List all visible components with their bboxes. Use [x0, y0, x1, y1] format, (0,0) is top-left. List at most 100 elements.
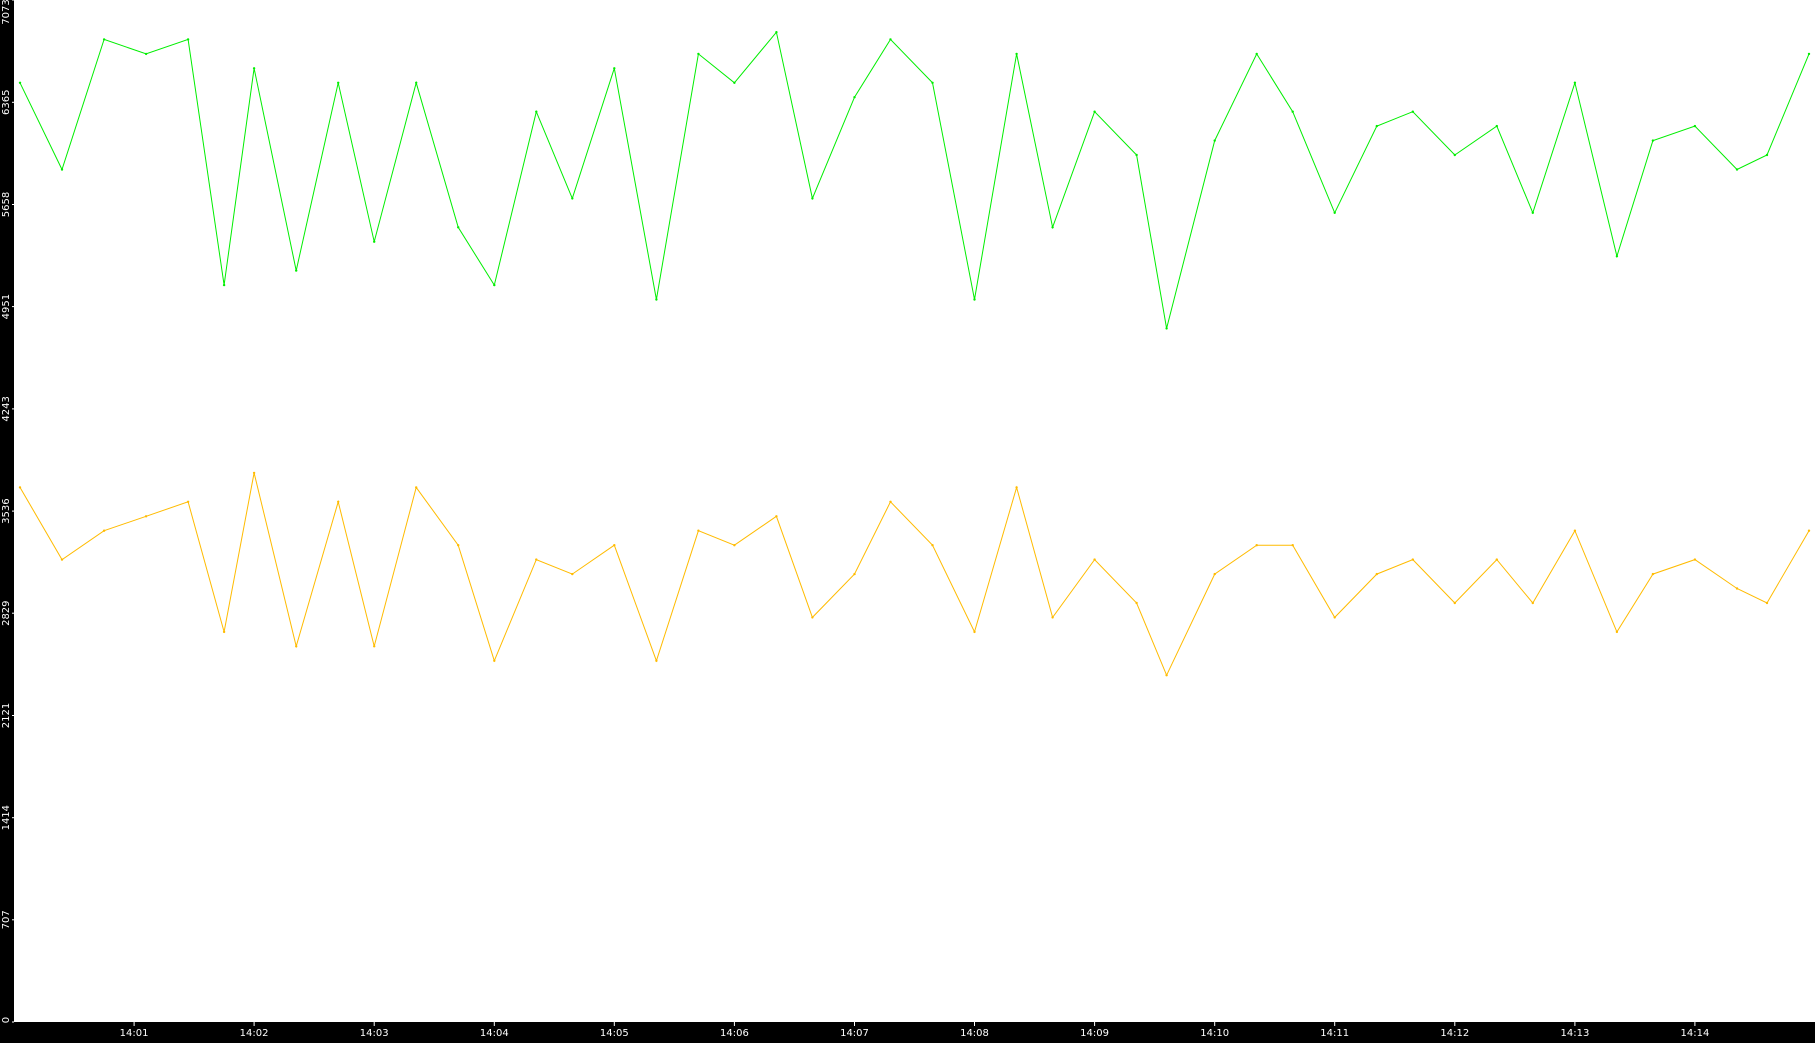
green-series-point [733, 81, 736, 85]
orange-series-point [1807, 529, 1811, 532]
green-series-point [1411, 110, 1415, 113]
orange-series-point [775, 515, 778, 518]
green-series-point [1165, 327, 1168, 330]
orange-series-point [811, 616, 814, 619]
green-series-point [1255, 52, 1258, 56]
green-series-point [493, 283, 496, 287]
green-series-point [697, 52, 700, 56]
orange-series-point [1255, 544, 1258, 547]
green-series-point [811, 197, 814, 200]
orange-series-point [493, 659, 496, 662]
orange-series-point [295, 645, 298, 648]
x-tick-label: 14:09 [1080, 1028, 1109, 1039]
orange-series-point [415, 486, 418, 489]
orange-series-point [18, 486, 22, 489]
orange-series-point [1165, 674, 1168, 677]
green-series-point [1453, 153, 1457, 157]
x-tick-label: 14:04 [480, 1028, 509, 1039]
orange-series-point [337, 500, 340, 503]
green-series-point [1807, 52, 1811, 56]
y-tick-label: 4951 [1, 294, 12, 319]
green-series-point [931, 81, 934, 85]
green-series-point [775, 31, 778, 34]
chart-container: 0 707 1414 2121 2829 3536 4243 4951 5658 6365 7073… [0, 0, 1815, 1039]
green-series-point [295, 269, 298, 272]
orange-series-point [1693, 558, 1697, 561]
orange-series-point [889, 500, 892, 503]
green-series-point [535, 110, 538, 113]
x-tick-label: 14:05 [600, 1028, 629, 1039]
green-series-point [60, 168, 64, 171]
orange-series-point [457, 544, 460, 547]
green-series-point [1573, 81, 1577, 85]
orange-series-point [853, 572, 856, 576]
green-series-point [457, 226, 460, 229]
orange-series-point [144, 515, 148, 518]
plot-area [14, 0, 1815, 1022]
green-series-point [973, 298, 976, 301]
line-chart: 0 707 1414 2121 2829 3536 4243 4951 5658 6365 7073… [0, 0, 1815, 1039]
orange-series-point [1213, 572, 1216, 576]
green-series-point [1735, 168, 1739, 171]
green-series-point [1765, 153, 1769, 157]
x-tick-label: 14:07 [840, 1028, 869, 1039]
green-series-point [144, 52, 148, 56]
green-series-point [1135, 153, 1138, 157]
green-series-point [889, 38, 892, 41]
x-tick-label: 14:12 [1440, 1028, 1469, 1039]
y-tick-label: 6365 [1, 90, 12, 115]
green-series-point [186, 38, 190, 41]
y-tick-label: 707 [1, 910, 12, 929]
green-series-point [655, 298, 658, 301]
green-series-point [1531, 211, 1535, 214]
green-series-point [853, 96, 856, 99]
orange-series-point [1735, 587, 1739, 590]
orange-series-point [1291, 544, 1294, 547]
orange-series-point [1411, 558, 1415, 561]
y-tick-label: 2121 [1, 703, 12, 728]
y-tick-label: 1414 [1, 805, 12, 830]
green-series-point [1615, 255, 1619, 258]
orange-series-point [60, 558, 64, 561]
orange-series-point [102, 529, 106, 532]
orange-series-point [571, 572, 574, 576]
green-series-point [1093, 110, 1096, 113]
orange-series-point [1573, 529, 1577, 532]
green-series-point [1693, 124, 1697, 128]
orange-series-point [535, 558, 538, 561]
x-tick-label: 14:03 [360, 1028, 389, 1039]
orange-series-point [252, 471, 256, 475]
x-tick-label: 14:13 [1560, 1028, 1589, 1039]
green-series-point [1291, 110, 1294, 113]
green-series-point [613, 67, 616, 70]
x-tick-label: 14:02 [240, 1028, 269, 1039]
green-series-point [415, 81, 418, 85]
y-tick-label: 2829 [1, 600, 12, 625]
green-series-point [1495, 124, 1499, 128]
orange-series-point [1093, 558, 1096, 561]
y-tick-label: 7073 [1, 0, 12, 25]
y-tick-label: 0 [1, 1017, 12, 1023]
x-tick-label: 14:11 [1320, 1028, 1349, 1039]
green-series-point [252, 67, 256, 70]
orange-series-point [1765, 601, 1769, 605]
y-tick-label: 4243 [1, 396, 12, 421]
y-tick-label: 5658 [1, 192, 12, 217]
orange-series-point [697, 529, 700, 532]
orange-series-point [1615, 630, 1619, 634]
orange-series-point [1495, 558, 1499, 561]
orange-series-point [1015, 486, 1018, 489]
orange-series-point [373, 645, 376, 648]
orange-series-point [1333, 616, 1336, 619]
orange-series-point [973, 630, 976, 634]
green-series-point [18, 81, 22, 85]
orange-series-point [931, 544, 934, 547]
y-tick-label: 3536 [1, 498, 12, 523]
orange-series-point [186, 500, 190, 503]
orange-series-point [1375, 572, 1379, 576]
orange-series-point [655, 659, 658, 662]
x-tick-label: 14:01 [120, 1028, 149, 1039]
green-series-point [1333, 211, 1336, 214]
orange-series-point [1135, 601, 1138, 605]
x-tick-label: 14:06 [720, 1028, 749, 1039]
